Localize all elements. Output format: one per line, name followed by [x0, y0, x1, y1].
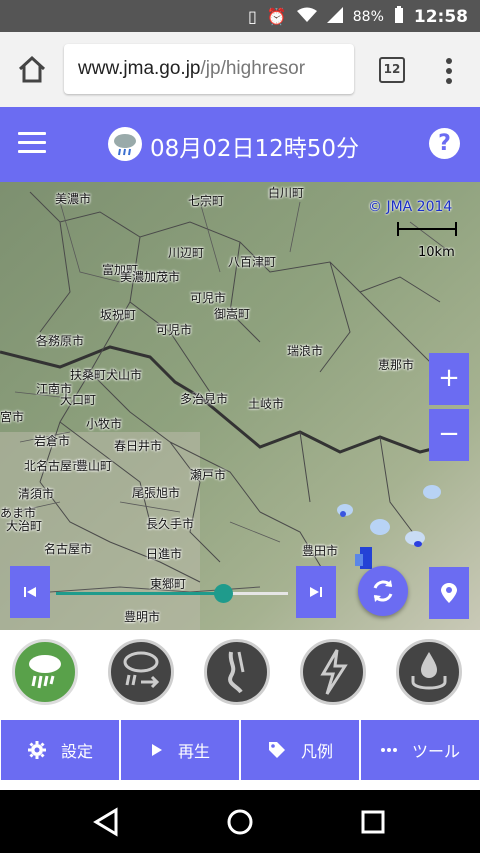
legend-button[interactable]: 凡例 — [241, 720, 359, 780]
city-label: 小牧市 — [86, 417, 123, 431]
city-label: 瑞浪市 — [287, 344, 324, 358]
map-view[interactable]: 美濃市 七宗町 白川町 川辺町 富加町 美濃加茂市 八百津町 坂祝町 可児市 御… — [0, 182, 480, 630]
city-label: 多治見市 — [180, 392, 229, 406]
city-label: 扶桑町 — [70, 368, 107, 382]
city-label: 東郷町 — [150, 577, 187, 591]
city-label: 大治町 — [6, 519, 43, 533]
rain-cloud-icon — [29, 655, 61, 689]
signal-icon — [326, 6, 343, 27]
zoom-out-button[interactable]: − — [429, 409, 469, 461]
city-label: 大口町 — [60, 393, 97, 407]
url-host: www.jma.go.jp — [78, 58, 201, 79]
layer-rain-forecast-button[interactable] — [108, 639, 174, 705]
rain-cloud-icon — [108, 127, 142, 161]
address-bar[interactable]: www.jma.go.jp/jp/highresor — [64, 44, 354, 94]
skip-to-end-button[interactable] — [296, 566, 336, 618]
city-label: 豊明市 — [124, 610, 161, 624]
legend-label: 凡例 — [300, 742, 333, 761]
city-label: 豊山町 — [76, 459, 113, 473]
forecast-cloud-icon — [123, 651, 160, 689]
map-copyright: © JMA 2014 — [368, 199, 453, 215]
lightning-icon — [320, 649, 348, 695]
skip-to-start-button[interactable] — [10, 566, 50, 618]
city-label: 坂祝町 — [100, 308, 137, 322]
city-label: 美濃市 — [55, 192, 92, 206]
city-label: 長久手市 — [146, 517, 195, 531]
city-label: 川辺町 — [168, 246, 205, 260]
tag-icon — [268, 742, 285, 758]
my-location-button[interactable] — [429, 567, 469, 619]
gear-icon — [27, 741, 46, 759]
city-label: 清須市 — [18, 487, 55, 501]
skip-forward-icon — [310, 587, 322, 597]
city-label: 可児市 — [156, 323, 193, 337]
layer-selector — [0, 630, 480, 716]
city-label: 日進市 — [146, 547, 183, 561]
play-label: 再生 — [177, 742, 210, 761]
city-label: 豊田市 — [302, 544, 339, 558]
tab-switcher-button[interactable]: 12 — [379, 57, 405, 83]
vibrate-icon: ▯ — [248, 7, 257, 26]
settings-label: 設定 — [60, 742, 93, 761]
city-label: 七宗町 — [188, 194, 225, 208]
page-title: 08月02日12時50分 — [150, 136, 360, 162]
city-label: 北名古屋市 — [24, 459, 85, 473]
play-button[interactable]: 再生 — [121, 720, 239, 780]
city-label: 岩倉市 — [34, 434, 71, 448]
city-label: 犬山市 — [106, 368, 143, 382]
back-icon[interactable] — [93, 807, 118, 837]
url-path: /jp/highresor — [200, 58, 306, 79]
city-label: 白川町 — [268, 186, 305, 200]
layer-tornado-button[interactable] — [204, 639, 270, 705]
wifi-icon — [296, 7, 317, 27]
overflow-menu-icon[interactable] — [440, 56, 458, 86]
home-nav-icon[interactable] — [227, 809, 253, 835]
layer-rain-now-button[interactable] — [12, 639, 78, 705]
settings-button[interactable]: 設定 — [1, 720, 119, 780]
clock: 12:58 — [413, 6, 468, 27]
browser-toolbar: www.jma.go.jp/jp/highresor 12 — [0, 32, 480, 107]
recents-icon[interactable] — [361, 810, 385, 834]
city-label: 各務原市 — [36, 334, 85, 348]
battery-icon — [394, 6, 404, 27]
refresh-button[interactable] — [358, 566, 408, 616]
city-label: 瀬戸市 — [190, 468, 227, 482]
layer-precip-intensity-button[interactable] — [396, 639, 462, 705]
city-label: 御嵩町 — [214, 307, 251, 321]
help-button[interactable]: ? — [429, 128, 460, 159]
city-label: 可児市 — [190, 291, 227, 305]
city-label: 名古屋市 — [44, 542, 93, 556]
city-label: 恵那市 — [378, 358, 415, 372]
status-bar: ▯ ⏰ 88% 12:58 — [0, 0, 480, 32]
time-slider-handle[interactable] — [214, 584, 234, 603]
time-slider-fill — [56, 592, 224, 595]
city-label: 八百津町 — [228, 255, 277, 269]
city-label: 美濃加茂市 — [120, 270, 181, 284]
city-label: 春日井市 — [114, 439, 163, 453]
home-icon[interactable] — [16, 54, 48, 86]
hamburger-menu-icon[interactable] — [18, 132, 46, 156]
tools-button[interactable]: ツール — [361, 720, 479, 780]
scale-label: 10km — [418, 245, 455, 260]
time-slider[interactable] — [56, 584, 288, 603]
scale-bar — [397, 222, 457, 236]
city-label: 尾張旭市 — [132, 486, 181, 500]
skip-back-icon — [24, 587, 36, 597]
tools-label: ツール — [411, 742, 460, 761]
more-dots-icon — [380, 748, 397, 752]
location-pin-icon — [441, 583, 457, 603]
battery-percent: 88% — [352, 8, 384, 25]
bottom-toolbar: 設定 再生 凡例 ツール — [0, 716, 480, 790]
city-label: 宮市 — [0, 410, 25, 424]
tornado-icon — [228, 651, 245, 694]
water-drop-icon — [411, 652, 447, 690]
city-label: 土岐市 — [248, 397, 285, 411]
app-header: 08月02日12時50分 ? — [0, 107, 480, 182]
alarm-icon: ⏰ — [266, 7, 287, 26]
layer-lightning-button[interactable] — [300, 639, 366, 705]
system-nav-bar — [0, 790, 480, 853]
refresh-icon — [373, 580, 393, 602]
play-icon — [151, 744, 162, 756]
zoom-in-button[interactable]: + — [429, 353, 469, 405]
